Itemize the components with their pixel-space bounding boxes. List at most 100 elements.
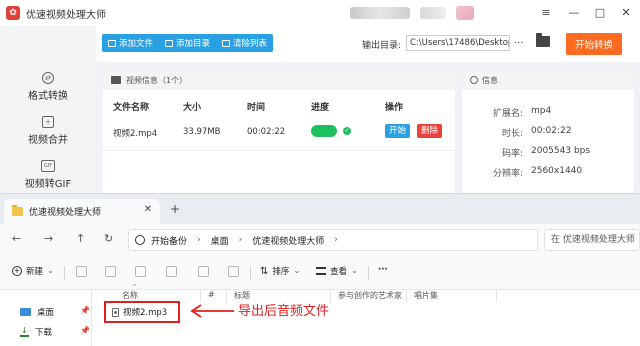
trash-icon: [222, 39, 231, 47]
delete-icon[interactable]: [228, 266, 239, 277]
video-info-title: 视频信息（1个）: [126, 75, 188, 85]
app-sidebar: ⇄ 格式转换 + 视频合并 GIF 视频转GIF: [0, 26, 96, 196]
new-tab-button[interactable]: +: [170, 202, 180, 216]
file-list: ^ 名称 # 标题 参与创作的艺术家 唱片集 视频2.mp3 导出后音频文件: [92, 284, 640, 346]
col-album[interactable]: 唱片集: [414, 290, 438, 301]
user-area[interactable]: [350, 6, 474, 20]
sidebar-item-video-to-gif[interactable]: GIF 视频转GIF: [0, 160, 96, 190]
app-title-bar: ✿ 优速视频处理大师 ≡ — □ ✕: [0, 0, 640, 26]
vip-badge-blurred[interactable]: [456, 6, 474, 20]
divider: [368, 266, 369, 280]
open-folder-icon[interactable]: [536, 33, 550, 47]
chevron-down-icon: ⌄: [47, 266, 55, 276]
delete-button[interactable]: 删除: [417, 124, 443, 138]
backup-icon: [135, 235, 145, 245]
address-bar[interactable]: 开始备份 › 桌面 › 优速视频处理大师 ›: [128, 229, 538, 251]
more-options-button[interactable]: ···: [378, 265, 388, 275]
quick-access-desktop[interactable]: 桌面: [20, 306, 54, 318]
chevron-down-icon: ⌄: [293, 266, 301, 276]
col-action: 操作: [385, 103, 404, 113]
breadcrumb-separator: ›: [197, 235, 201, 245]
folder-icon: [165, 39, 174, 47]
new-button[interactable]: + 新建 ⌄: [12, 265, 54, 277]
up-icon[interactable]: ↑: [76, 232, 85, 245]
sort-button[interactable]: ⇅ 排序 ⌄: [260, 265, 301, 278]
file-explorer-window: 优速视频处理大师 ✕ + ← → ↑ ↻ 开始备份 › 桌面 › 优速视频处理大…: [0, 193, 640, 346]
divider: [250, 266, 251, 280]
menu-icon[interactable]: ≡: [536, 3, 556, 21]
browse-more-button[interactable]: ···: [514, 38, 524, 49]
app-toolbar: 添加文件 添加目录 清除列表 输出目录: C:\Users\17486\Desk…: [96, 26, 640, 62]
output-dir-label: 输出目录:: [362, 41, 402, 51]
sort-icon: ⇅: [260, 265, 269, 277]
breadcrumb-backup[interactable]: 开始备份: [151, 234, 187, 247]
file-icon: [108, 39, 116, 47]
sidebar-item-label: 格式转换: [28, 91, 68, 102]
user-name-blurred[interactable]: [420, 7, 446, 19]
row-divider: [103, 150, 455, 151]
column-divider: [330, 290, 331, 302]
close-icon[interactable]: ✕: [616, 3, 636, 21]
info-icon: [470, 76, 478, 84]
col-size: 大小: [183, 103, 202, 113]
maximize-icon[interactable]: □: [590, 3, 610, 21]
download-icon: ↓: [20, 326, 29, 337]
copy-icon[interactable]: [105, 266, 116, 277]
col-time: 时间: [247, 103, 266, 113]
refresh-icon[interactable]: ↻: [104, 232, 113, 245]
breadcrumb-desktop[interactable]: 桌面: [211, 234, 229, 247]
quick-access-downloads[interactable]: ↓ 下载: [20, 326, 52, 338]
back-icon[interactable]: ←: [12, 232, 21, 245]
new-icon: +: [12, 266, 22, 276]
app-title: 优速视频处理大师: [26, 9, 106, 21]
breadcrumb-separator: ›: [334, 235, 338, 245]
pin-icon[interactable]: 📌: [80, 306, 90, 315]
col-name[interactable]: 名称: [122, 290, 138, 301]
paste-icon[interactable]: [135, 266, 146, 277]
col-artist[interactable]: 参与创作的艺术家: [338, 290, 402, 301]
chevron-down-icon: ⌄: [351, 266, 359, 276]
info-header: 信息: [462, 70, 634, 90]
check-icon: ✓: [343, 127, 351, 135]
col-filename: 文件名称: [113, 103, 150, 113]
tab-title: 优速视频处理大师: [29, 208, 102, 218]
add-directory-button[interactable]: 添加目录: [159, 34, 216, 52]
cut-icon[interactable]: [76, 266, 87, 277]
image-icon: [111, 76, 121, 84]
explorer-tab[interactable]: 优速视频处理大师 ✕: [4, 199, 160, 224]
view-icon: [316, 267, 326, 275]
output-dir-input[interactable]: C:\Users\17486\Desktop: [406, 35, 510, 51]
progress-bar: [311, 125, 337, 137]
start-convert-button[interactable]: 开始转换: [566, 33, 622, 55]
forward-icon[interactable]: →: [44, 232, 53, 245]
convert-icon: ⇄: [42, 72, 54, 84]
file-name: 视频2.mp3: [123, 308, 168, 318]
col-progress: 进度: [311, 103, 330, 113]
merge-icon: +: [42, 116, 54, 128]
view-button[interactable]: 查看 ⌄: [316, 265, 358, 277]
open-button[interactable]: 开始: [385, 124, 411, 138]
app-logo-icon: ✿: [6, 6, 20, 20]
share-icon[interactable]: [198, 266, 209, 277]
sidebar-item-format-convert[interactable]: ⇄ 格式转换: [0, 72, 96, 102]
gif-icon: GIF: [41, 160, 55, 172]
file-button-group: 添加文件 添加目录 清除列表: [102, 34, 274, 52]
video-info-header: 视频信息（1个）: [103, 70, 455, 90]
rename-icon[interactable]: [166, 266, 177, 277]
annotation-text: 导出后音频文件: [238, 304, 330, 319]
breadcrumb-folder[interactable]: 优速视频处理大师: [252, 234, 324, 247]
list-item-mp3[interactable]: 视频2.mp3: [104, 301, 180, 323]
annotation-arrow: [190, 304, 234, 318]
minimize-icon[interactable]: —: [564, 3, 584, 21]
clear-list-button[interactable]: 清除列表: [216, 34, 273, 52]
tab-close-icon[interactable]: ✕: [144, 204, 152, 215]
pin-icon[interactable]: 📌: [80, 326, 90, 335]
search-input[interactable]: 在 优速视频处理大师: [544, 229, 640, 251]
breadcrumb-separator: ›: [238, 235, 243, 245]
user-avatar-blurred[interactable]: [350, 7, 410, 19]
desktop-icon: [20, 308, 31, 316]
folder-icon: [12, 205, 23, 216]
add-file-button[interactable]: 添加文件: [102, 34, 159, 52]
row-time: 00:02:22: [247, 127, 286, 137]
sidebar-item-video-merge[interactable]: + 视频合并: [0, 116, 96, 146]
